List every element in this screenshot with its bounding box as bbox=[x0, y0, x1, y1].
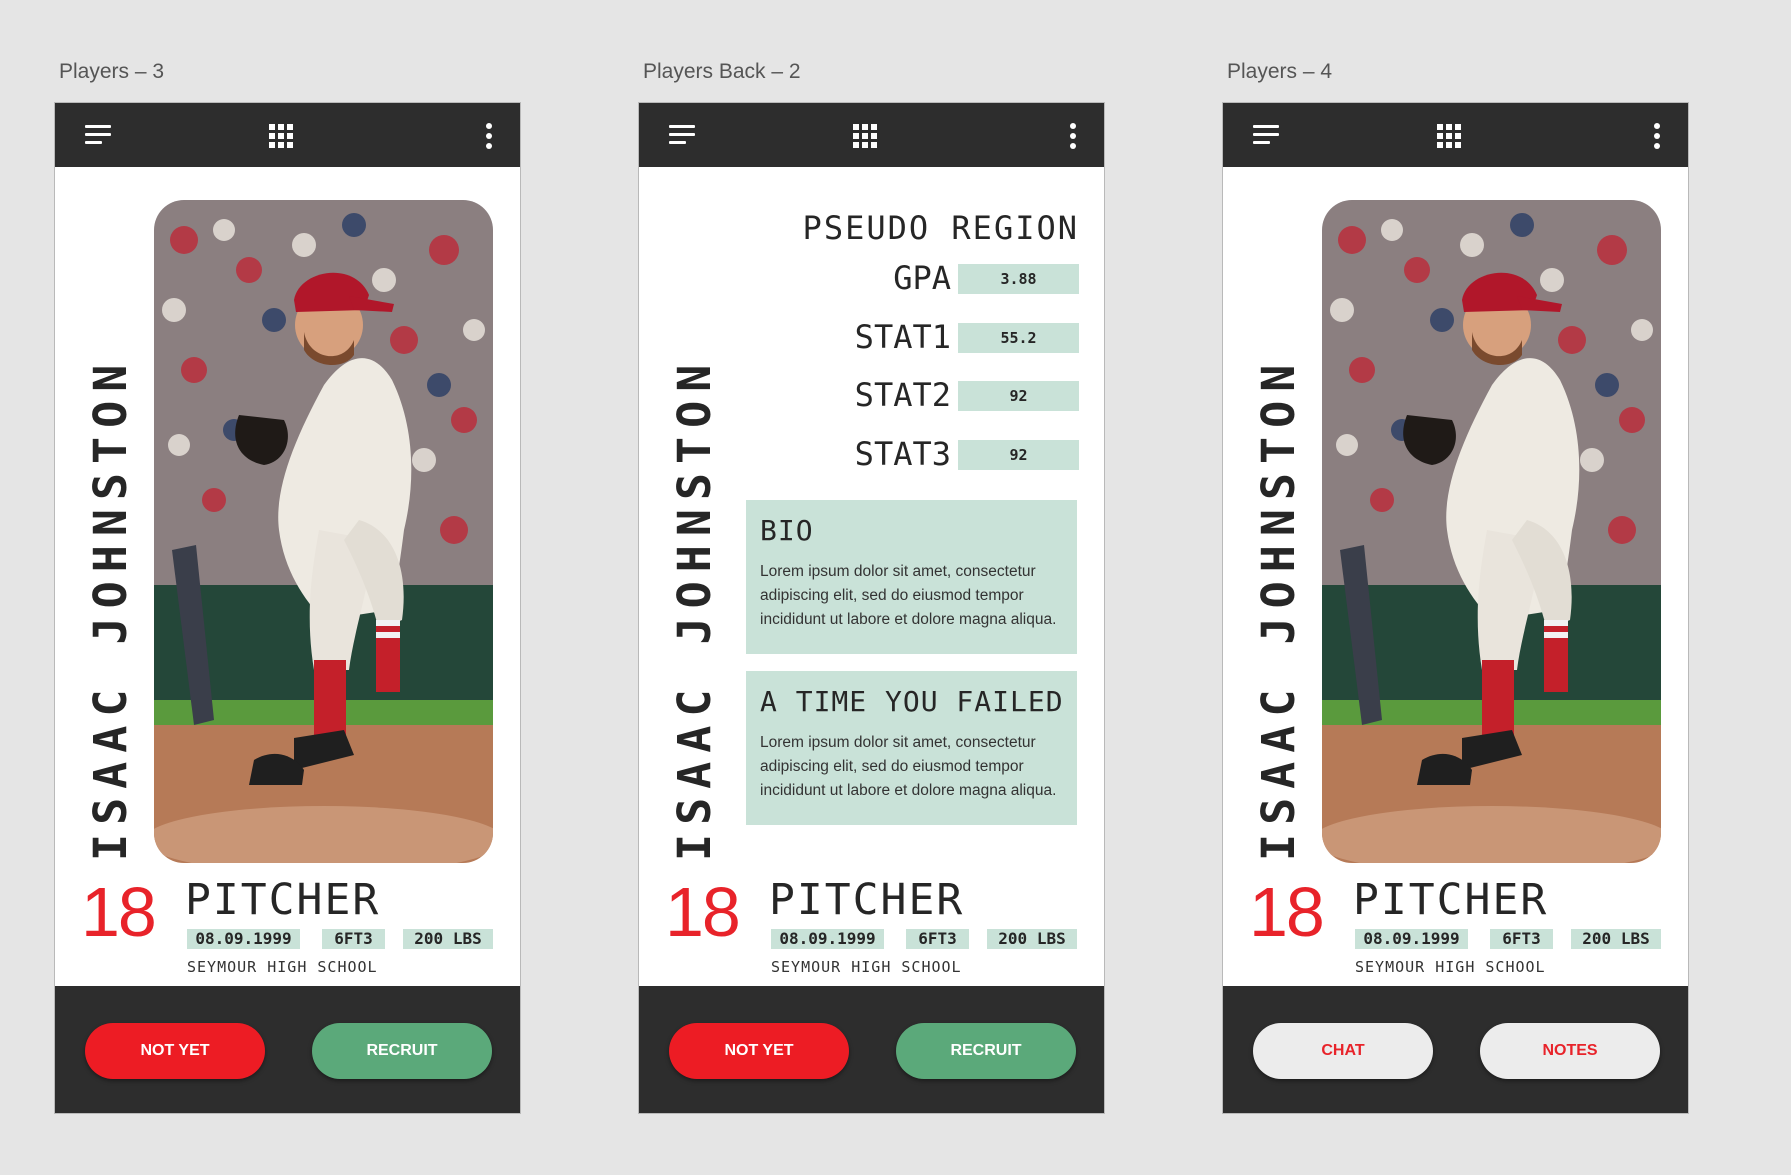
not-yet-button[interactable]: NOT YET bbox=[669, 1023, 849, 1079]
top-app-bar bbox=[1223, 103, 1688, 167]
stat-row-stat2: STAT2 92 bbox=[739, 379, 1079, 411]
action-bar: CHAT NOTES bbox=[1223, 986, 1688, 1113]
action-bar: NOT YET RECRUIT bbox=[639, 986, 1104, 1113]
menu-lines-icon[interactable] bbox=[669, 125, 697, 147]
player-photo bbox=[154, 200, 493, 863]
birthdate-chip: 08.09.1999 bbox=[771, 929, 884, 949]
failure-section: A TIME YOU FAILED Lorem ipsum dolor sit … bbox=[746, 671, 1077, 825]
stat-value: 3.88 bbox=[958, 264, 1079, 294]
jersey-number: 18 bbox=[1249, 873, 1325, 951]
bio-text: Lorem ipsum dolor sit amet, consectetur … bbox=[760, 563, 1057, 628]
stat-value: 92 bbox=[958, 381, 1079, 411]
region-title: PSEUDO REGION bbox=[802, 209, 1079, 247]
player-position: PITCHER bbox=[1353, 875, 1549, 925]
recruit-button[interactable]: RECRUIT bbox=[896, 1023, 1076, 1079]
apps-grid-icon[interactable] bbox=[269, 124, 293, 148]
player-name: ISAAC JOHNSTON bbox=[84, 355, 137, 861]
birthdate-chip: 08.09.1999 bbox=[1355, 929, 1468, 949]
stat-value: 55.2 bbox=[958, 323, 1079, 353]
player-photo bbox=[1322, 200, 1661, 863]
top-app-bar bbox=[55, 103, 520, 167]
action-bar: NOT YET RECRUIT bbox=[55, 986, 520, 1113]
apps-grid-icon[interactable] bbox=[853, 124, 877, 148]
notes-button[interactable]: NOTES bbox=[1480, 1023, 1660, 1079]
top-app-bar bbox=[639, 103, 1104, 167]
frame-title: Players – 3 bbox=[59, 60, 165, 83]
menu-lines-icon[interactable] bbox=[85, 125, 113, 147]
school-name: SEYMOUR HIGH SCHOOL bbox=[1355, 958, 1546, 976]
school-name: SEYMOUR HIGH SCHOOL bbox=[187, 958, 378, 976]
jersey-number: 18 bbox=[665, 873, 741, 951]
bio-section: BIO Lorem ipsum dolor sit amet, consecte… bbox=[746, 500, 1077, 654]
more-vertical-icon[interactable] bbox=[1654, 123, 1660, 149]
height-chip: 6FT3 bbox=[1490, 929, 1553, 949]
failure-text: Lorem ipsum dolor sit amet, consectetur … bbox=[760, 734, 1057, 799]
stat-row-gpa: GPA 3.88 bbox=[739, 262, 1079, 294]
stat-value: 92 bbox=[958, 440, 1079, 470]
player-card-back: ISAAC JOHNSTON PSEUDO REGION GPA 3.88 ST… bbox=[638, 102, 1105, 1114]
weight-chip: 200 LBS bbox=[1571, 929, 1661, 949]
frame-title: Players – 4 bbox=[1227, 60, 1333, 83]
more-vertical-icon[interactable] bbox=[486, 123, 492, 149]
weight-chip: 200 LBS bbox=[987, 929, 1077, 949]
birthdate-chip: 08.09.1999 bbox=[187, 929, 300, 949]
stat-row-stat3: STAT3 92 bbox=[739, 438, 1079, 470]
player-position: PITCHER bbox=[769, 875, 965, 925]
player-name: ISAAC JOHNSTON bbox=[668, 355, 721, 861]
stat-label: STAT2 bbox=[854, 376, 951, 414]
bio-title: BIO bbox=[760, 514, 814, 547]
stat-label: STAT3 bbox=[854, 435, 951, 473]
stat-row-stat1: STAT1 55.2 bbox=[739, 321, 1079, 353]
stat-label: STAT1 bbox=[854, 318, 951, 356]
jersey-number: 18 bbox=[81, 873, 157, 951]
menu-lines-icon[interactable] bbox=[1253, 125, 1281, 147]
recruit-button[interactable]: RECRUIT bbox=[312, 1023, 492, 1079]
height-chip: 6FT3 bbox=[906, 929, 969, 949]
player-name: ISAAC JOHNSTON bbox=[1252, 355, 1305, 861]
weight-chip: 200 LBS bbox=[403, 929, 493, 949]
frame-title: Players Back – 2 bbox=[643, 60, 801, 83]
more-vertical-icon[interactable] bbox=[1070, 123, 1076, 149]
failure-title: A TIME YOU FAILED bbox=[760, 685, 1064, 718]
height-chip: 6FT3 bbox=[322, 929, 385, 949]
school-name: SEYMOUR HIGH SCHOOL bbox=[771, 958, 962, 976]
player-card-front: ISAAC JOHNSTON 18 PITCHER 08.09.1999 6FT… bbox=[1222, 102, 1689, 1114]
not-yet-button[interactable]: NOT YET bbox=[85, 1023, 265, 1079]
player-position: PITCHER bbox=[185, 875, 381, 925]
chat-button[interactable]: CHAT bbox=[1253, 1023, 1433, 1079]
player-card-front: ISAAC JOHNSTON 18 PITCHER 08.09.1999 6FT… bbox=[54, 102, 521, 1114]
stat-label: GPA bbox=[893, 259, 951, 297]
apps-grid-icon[interactable] bbox=[1437, 124, 1461, 148]
